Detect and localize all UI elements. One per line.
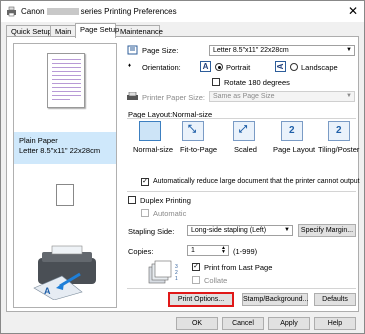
- printer-paper-size-label: Printer Paper Size:: [142, 93, 205, 102]
- print-options-button[interactable]: Print Options...: [169, 293, 233, 306]
- fit-to-page-icon[interactable]: ⤡: [182, 121, 204, 141]
- page-layout-number-icon: 2: [289, 125, 295, 136]
- title-bar: Canon series Printing Preferences ✕: [1, 1, 364, 22]
- page-layout-icon[interactable]: 2: [281, 121, 303, 141]
- cancel-button[interactable]: Cancel: [222, 317, 264, 330]
- landscape-label: Landscape: [301, 63, 338, 72]
- copies-input[interactable]: 1 ▲ ▼: [187, 245, 229, 256]
- tab-page-setup[interactable]: Page Setup: [75, 23, 119, 38]
- print-last-page-checkbox[interactable]: ✓: [192, 263, 200, 271]
- svg-text:A: A: [44, 286, 51, 296]
- auto-reduce-label: Automatically reduce large document that…: [153, 178, 360, 185]
- portrait-radio[interactable]: [215, 63, 223, 71]
- chevron-down-icon: ▼: [346, 93, 352, 99]
- orientation-bullet-icon: ♦: [128, 63, 132, 69]
- ok-button[interactable]: OK: [176, 317, 218, 330]
- stamp-background-button[interactable]: Stamp/Background...: [242, 293, 308, 306]
- scaled-icon[interactable]: ⤢: [233, 121, 255, 141]
- page-size-value: Letter 8.5"x11" 22x28cm: [213, 47, 289, 54]
- section-divider: [127, 191, 356, 192]
- landscape-a-icon: A: [275, 61, 286, 72]
- page-layout-option-label: Page Layout: [273, 145, 316, 154]
- spin-arrows-icon[interactable]: ▲ ▼: [221, 246, 226, 255]
- copies-label: Copies:: [128, 247, 154, 256]
- help-button[interactable]: Help: [314, 317, 356, 330]
- tiling-poster-label: Tiling/Poster: [318, 145, 360, 154]
- paper-info-box: Plain Paper Letter 8.5"x11" 22x28cm: [14, 132, 116, 164]
- copies-value: 1: [191, 247, 195, 254]
- page-size-label: Page Size:: [142, 46, 179, 55]
- copies-stack-icon: 321: [148, 260, 178, 284]
- normal-size-label: Normal-size: [133, 145, 174, 154]
- duplex-automatic-label: Automatic: [153, 209, 187, 218]
- paper-size-text: Letter 8.5"x11" 22x28cm: [19, 146, 101, 155]
- collate-label: Collate: [204, 276, 228, 285]
- stapling-side-value: Long-side stapling (Left): [191, 227, 267, 234]
- duplex-automatic-checkbox[interactable]: [141, 209, 149, 217]
- page-layout-divider: [127, 118, 356, 119]
- chevron-down-icon: ▼: [346, 47, 352, 53]
- normal-size-icon[interactable]: [139, 121, 161, 141]
- magnify-icon: ⤢: [239, 124, 247, 135]
- print-last-page-label: Print from Last Page: [204, 263, 273, 272]
- close-icon[interactable]: ✕: [348, 4, 358, 18]
- printer-app-icon: [7, 6, 16, 17]
- chevron-down-icon: ▼: [284, 227, 290, 233]
- rotate-180-checkbox[interactable]: [212, 78, 220, 86]
- page-size-icon: [127, 45, 138, 55]
- tiling-poster-icon[interactable]: 2: [328, 121, 350, 141]
- stapling-side-label: Stapling Side:: [128, 227, 175, 236]
- tiling-number-icon: 2: [336, 125, 342, 136]
- title-suffix: series Printing Preferences: [80, 7, 177, 16]
- duplex-checkbox[interactable]: [128, 196, 136, 204]
- preview-pane: Plain Paper Letter 8.5"x11" 22x28cm A: [13, 43, 117, 308]
- stapling-side-select[interactable]: Long-side stapling (Left) ▼: [187, 225, 293, 236]
- portrait-a-icon: A: [200, 61, 211, 72]
- collate-checkbox[interactable]: [192, 276, 200, 284]
- fit-to-page-label: Fit-to-Page: [180, 145, 218, 154]
- printing-preferences-window: Canon series Printing Preferences ✕ Quick…: [0, 0, 365, 334]
- redacted-model: [46, 8, 79, 16]
- page-size-select[interactable]: Letter 8.5"x11" 22x28cm ▼: [209, 45, 355, 56]
- printer-illustration-icon: A: [33, 245, 96, 300]
- rotate-180-label: Rotate 180 degrees: [224, 78, 290, 87]
- orientation-label: Orientation:: [142, 63, 181, 72]
- section-divider: [127, 288, 356, 289]
- window-title: Canon series Printing Preferences: [21, 7, 177, 16]
- duplex-label: Duplex Printing: [140, 196, 191, 205]
- landscape-radio[interactable]: [290, 63, 298, 71]
- portrait-label: Portrait: [226, 63, 251, 72]
- title-brand: Canon: [21, 7, 45, 16]
- copies-range-label: (1-999): [233, 247, 258, 256]
- printer-paper-size-select[interactable]: Same as Page Size ▼: [209, 91, 355, 102]
- svg-text:1: 1: [175, 276, 178, 282]
- apply-button[interactable]: Apply: [268, 317, 310, 330]
- page-preview-sheet: [47, 53, 85, 108]
- defaults-button[interactable]: Defaults: [314, 293, 356, 306]
- document-icon: [56, 184, 74, 206]
- auto-reduce-checkbox[interactable]: ✓: [141, 178, 149, 186]
- page-setup-panel: Plain Paper Letter 8.5"x11" 22x28cm A Pa…: [6, 36, 360, 312]
- printer-paper-size-value: Same as Page Size: [213, 93, 275, 100]
- fit-arrows-icon: ⤡: [188, 124, 196, 135]
- scaled-label: Scaled: [234, 145, 257, 154]
- paper-type-text: Plain Paper: [19, 136, 58, 145]
- printer-paper-icon: [127, 92, 138, 100]
- specify-margin-button[interactable]: Specify Margin...: [298, 224, 356, 237]
